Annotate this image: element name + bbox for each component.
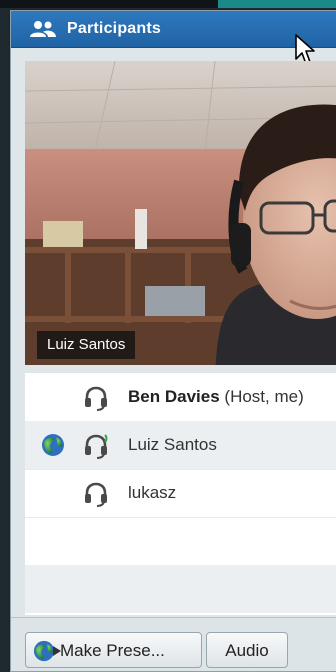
participant-video[interactable]: Luiz Santos [25,61,336,365]
headset-icon[interactable] [83,481,109,507]
audio-button[interactable]: Audio [206,632,288,668]
make-presenter-label: Make Prese... [60,641,165,660]
participant-name: lukasz [128,483,177,502]
empty-row [25,565,336,613]
headset-active-icon[interactable] [83,433,109,459]
video-frame [25,61,336,365]
arrow-right-icon [53,646,61,656]
participants-list: Ben Davies (Host, me) Luiz Santos lukasz [25,373,336,615]
participant-row[interactable]: Ben Davies (Host, me) [25,373,336,422]
panel-title: Participants [67,20,161,37]
people-icon [30,21,56,37]
panel-toolbar: Make Prese... Audio [11,617,336,671]
participant-row[interactable]: Luiz Santos [25,421,336,470]
participant-name: Ben Davies (Host, me) [128,387,304,406]
window-top-strip [0,0,336,8]
audio-label: Audio [225,641,269,660]
participant-name: Luiz Santos [128,435,217,454]
participants-panel: Participants Luiz Santos Ben Davies (Hos… [10,10,336,672]
video-name-label: Luiz Santos [37,331,136,359]
make-presenter-button[interactable]: Make Prese... [25,632,202,668]
window-top-accent [218,0,336,8]
headset-icon[interactable] [83,385,109,411]
globe-icon [42,434,64,456]
participant-row[interactable]: lukasz [25,469,336,518]
empty-row [25,517,336,566]
participants-titlebar[interactable]: Participants [11,11,336,48]
